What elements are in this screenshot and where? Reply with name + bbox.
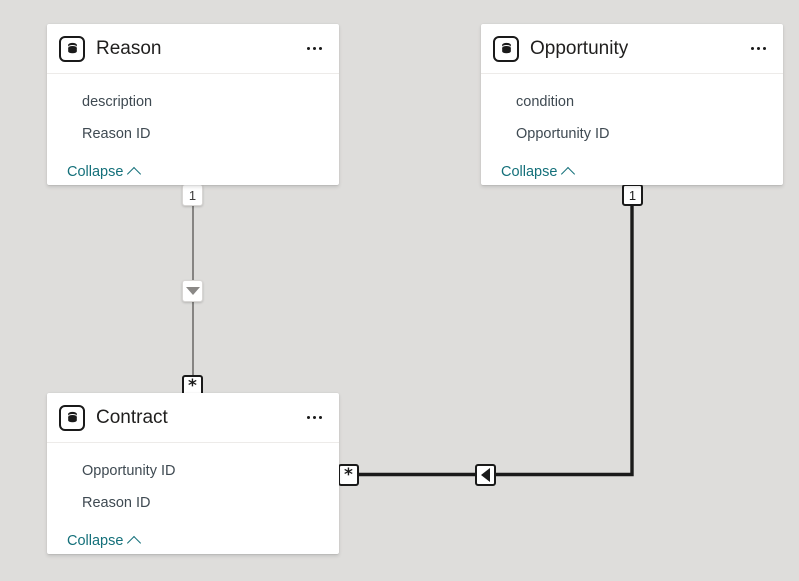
entity-title: Contract xyxy=(96,406,168,428)
more-options-icon[interactable] xyxy=(745,36,771,62)
entity-title: Reason xyxy=(96,37,162,59)
entity-card-contract[interactable]: Contract Opportunity ID Reason ID Collap… xyxy=(47,393,339,554)
entity-field[interactable]: Opportunity ID xyxy=(47,455,339,487)
entity-field-list: description Reason ID Collapse xyxy=(47,74,339,184)
entity-field[interactable]: condition xyxy=(481,86,783,118)
database-icon xyxy=(59,404,85,431)
entity-card-header: Contract xyxy=(47,393,339,443)
collapse-row: Collapse xyxy=(47,150,339,184)
cardinality-label: 1 xyxy=(188,187,197,203)
collapse-row: Collapse xyxy=(481,150,783,184)
entity-card-header: Opportunity xyxy=(481,24,783,74)
cardinality-chip-reason-one[interactable]: 1 xyxy=(182,184,203,206)
collapse-row: Collapse xyxy=(47,519,339,553)
er-diagram-canvas[interactable]: 1 * 1 * Reason description Reason ID Col… xyxy=(0,0,799,581)
cardinality-label: * xyxy=(344,465,353,486)
triangle-left-icon xyxy=(481,468,490,482)
entity-field-list: condition Opportunity ID Collapse xyxy=(481,74,783,184)
more-options-icon[interactable] xyxy=(301,36,327,62)
entity-field-list: Opportunity ID Reason ID Collapse xyxy=(47,443,339,553)
entity-title: Opportunity xyxy=(530,37,629,59)
triangle-down-icon xyxy=(185,287,200,295)
chevron-up-icon xyxy=(561,166,576,182)
entity-card-reason[interactable]: Reason description Reason ID Collapse xyxy=(47,24,339,185)
entity-field[interactable]: description xyxy=(47,86,339,118)
collapse-button[interactable]: Collapse xyxy=(67,533,142,551)
entity-field[interactable]: Reason ID xyxy=(47,487,339,519)
direction-marker-opportunity-contract[interactable] xyxy=(475,464,496,486)
cardinality-label: * xyxy=(188,376,197,397)
database-icon xyxy=(493,35,519,62)
entity-card-header: Reason xyxy=(47,24,339,74)
chevron-up-icon xyxy=(127,166,142,182)
collapse-label: Collapse xyxy=(67,533,124,549)
entity-field[interactable]: Reason ID xyxy=(47,118,339,150)
collapse-label: Collapse xyxy=(67,164,124,180)
collapse-label: Collapse xyxy=(501,164,558,180)
database-icon xyxy=(59,35,85,62)
collapse-button[interactable]: Collapse xyxy=(501,164,576,182)
cardinality-label: 1 xyxy=(628,187,637,203)
cardinality-chip-contract-many-2[interactable]: * xyxy=(338,464,359,486)
more-options-icon[interactable] xyxy=(301,405,327,431)
entity-field[interactable]: Opportunity ID xyxy=(481,118,783,150)
direction-marker-reason-contract[interactable] xyxy=(182,280,203,302)
cardinality-chip-opportunity-one[interactable]: 1 xyxy=(622,184,643,206)
connector-opportunity-contract xyxy=(339,189,634,477)
entity-card-opportunity[interactable]: Opportunity condition Opportunity ID Col… xyxy=(481,24,783,185)
chevron-up-icon xyxy=(127,535,142,551)
collapse-button[interactable]: Collapse xyxy=(67,164,142,182)
